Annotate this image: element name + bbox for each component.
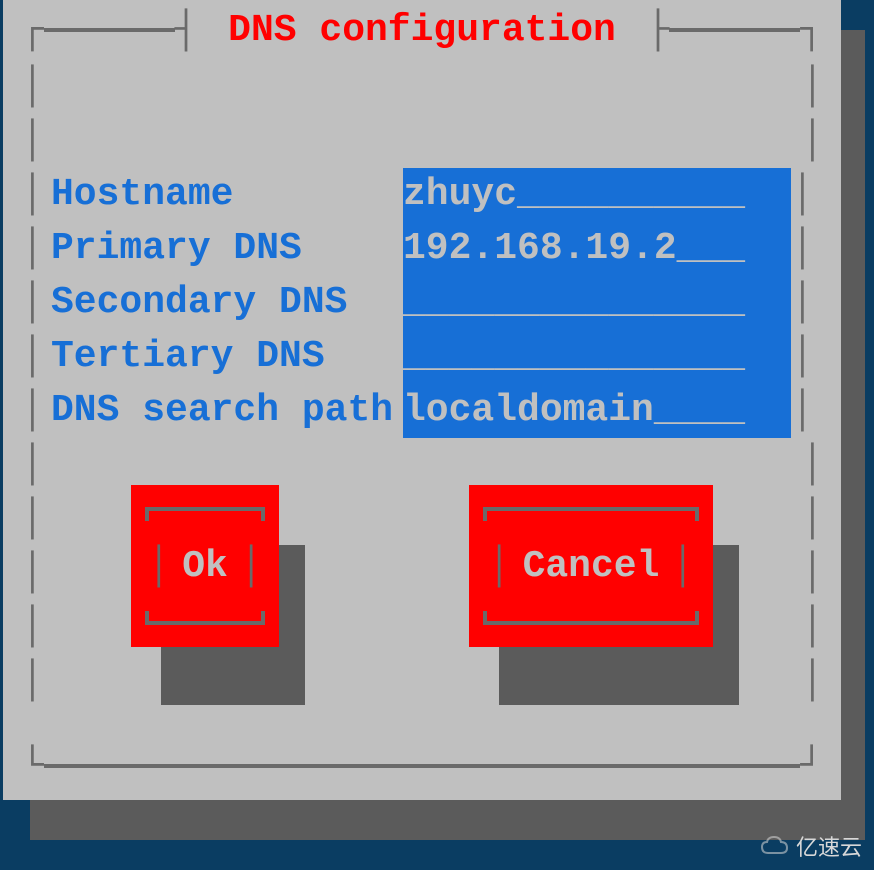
label-dns-search-path: DNS search path [43,384,403,438]
dns-config-dialog: ┌ ┤ DNS configuration ├ ┐ │ │ │ │ │ Host… [3,0,841,800]
cancel-button-label: Cancel [523,545,660,588]
frame-bottom: └ ┘ [3,746,841,786]
input-hostname[interactable]: zhuyc__________ [403,168,791,222]
input-tertiary-dns[interactable]: _______________ [403,330,791,384]
label-secondary-dns: Secondary DNS [43,276,403,330]
cloud-icon [760,835,790,857]
input-secondary-dns[interactable]: _______________ [403,276,791,330]
row-hostname: │ Hostname zhuyc__________ │ [21,168,823,222]
input-dns-search-path[interactable]: localdomain____ [403,384,791,438]
row-secondary-dns: │ Secondary DNS _______________ │ [21,276,823,330]
label-hostname: Hostname [43,168,403,222]
cancel-button[interactable]: │ Cancel │ [469,485,713,647]
row-tertiary-dns: │ Tertiary DNS _______________ │ [21,330,823,384]
input-primary-dns[interactable]: 192.168.19.2___ [403,222,791,276]
frame-top: ┌ ┤ DNS configuration ├ ┐ [3,0,841,60]
row-dns-search-path: │ DNS search path localdomain____ │ [21,384,823,438]
buttons-area: │ Ok │ │ Cancel │ [3,485,841,705]
dialog-title: DNS configuration [220,9,624,52]
ok-button[interactable]: │ Ok │ [131,485,279,647]
row-primary-dns: │ Primary DNS 192.168.19.2___ │ [21,222,823,276]
ok-button-label: Ok [182,545,228,588]
label-tertiary-dns: Tertiary DNS [43,330,403,384]
label-primary-dns: Primary DNS [43,222,403,276]
watermark: 亿速云 [760,830,862,862]
